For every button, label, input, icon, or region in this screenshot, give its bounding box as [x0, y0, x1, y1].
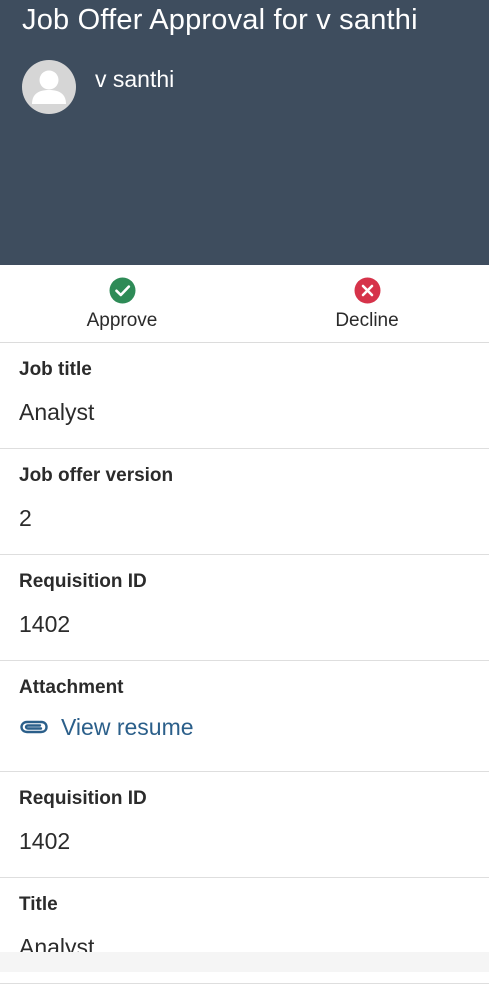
field-label: Title [19, 894, 58, 915]
view-resume-label: View resume [61, 713, 194, 740]
field-label: Job offer version [19, 465, 174, 486]
field-label: Job title [19, 359, 92, 380]
field-value: Analyst [19, 399, 95, 425]
field-label: Requisition ID [19, 788, 147, 809]
field-value: 1402 [19, 611, 71, 637]
page-title: Job Offer Approval for v santhi [22, 4, 418, 36]
avatar [22, 60, 76, 114]
field-value: 1402 [19, 828, 71, 854]
person-icon [32, 70, 66, 104]
view-resume-link[interactable]: View resume [19, 711, 194, 743]
candidate-name: v santhi [95, 66, 175, 92]
field-requisition-id: Requisition ID 1402 [0, 555, 489, 661]
x-circle-icon [354, 277, 381, 304]
field-job-offer-version: Job offer version 2 [0, 449, 489, 555]
field-value: 2 [19, 505, 32, 531]
field-label: Requisition ID [19, 571, 147, 592]
header: Job Offer Approval for v santhi v santhi [0, 0, 489, 265]
field-requisition-id-2: Requisition ID 1402 [0, 772, 489, 878]
field-job-title: Job title Analyst [0, 343, 489, 449]
bottom-edge [0, 952, 489, 972]
approve-label: Approve [86, 310, 158, 331]
approve-button[interactable]: Approve [0, 265, 244, 342]
decline-button[interactable]: Decline [245, 265, 489, 342]
details-list: Job title Analyst Job offer version 2 Re… [0, 343, 489, 984]
field-attachment: Attachment View resume [0, 661, 489, 772]
field-label: Attachment [19, 677, 124, 698]
paperclip-icon [20, 720, 48, 734]
decline-label: Decline [335, 310, 399, 331]
action-bar: Approve Decline [0, 265, 489, 343]
check-circle-icon [109, 277, 136, 304]
